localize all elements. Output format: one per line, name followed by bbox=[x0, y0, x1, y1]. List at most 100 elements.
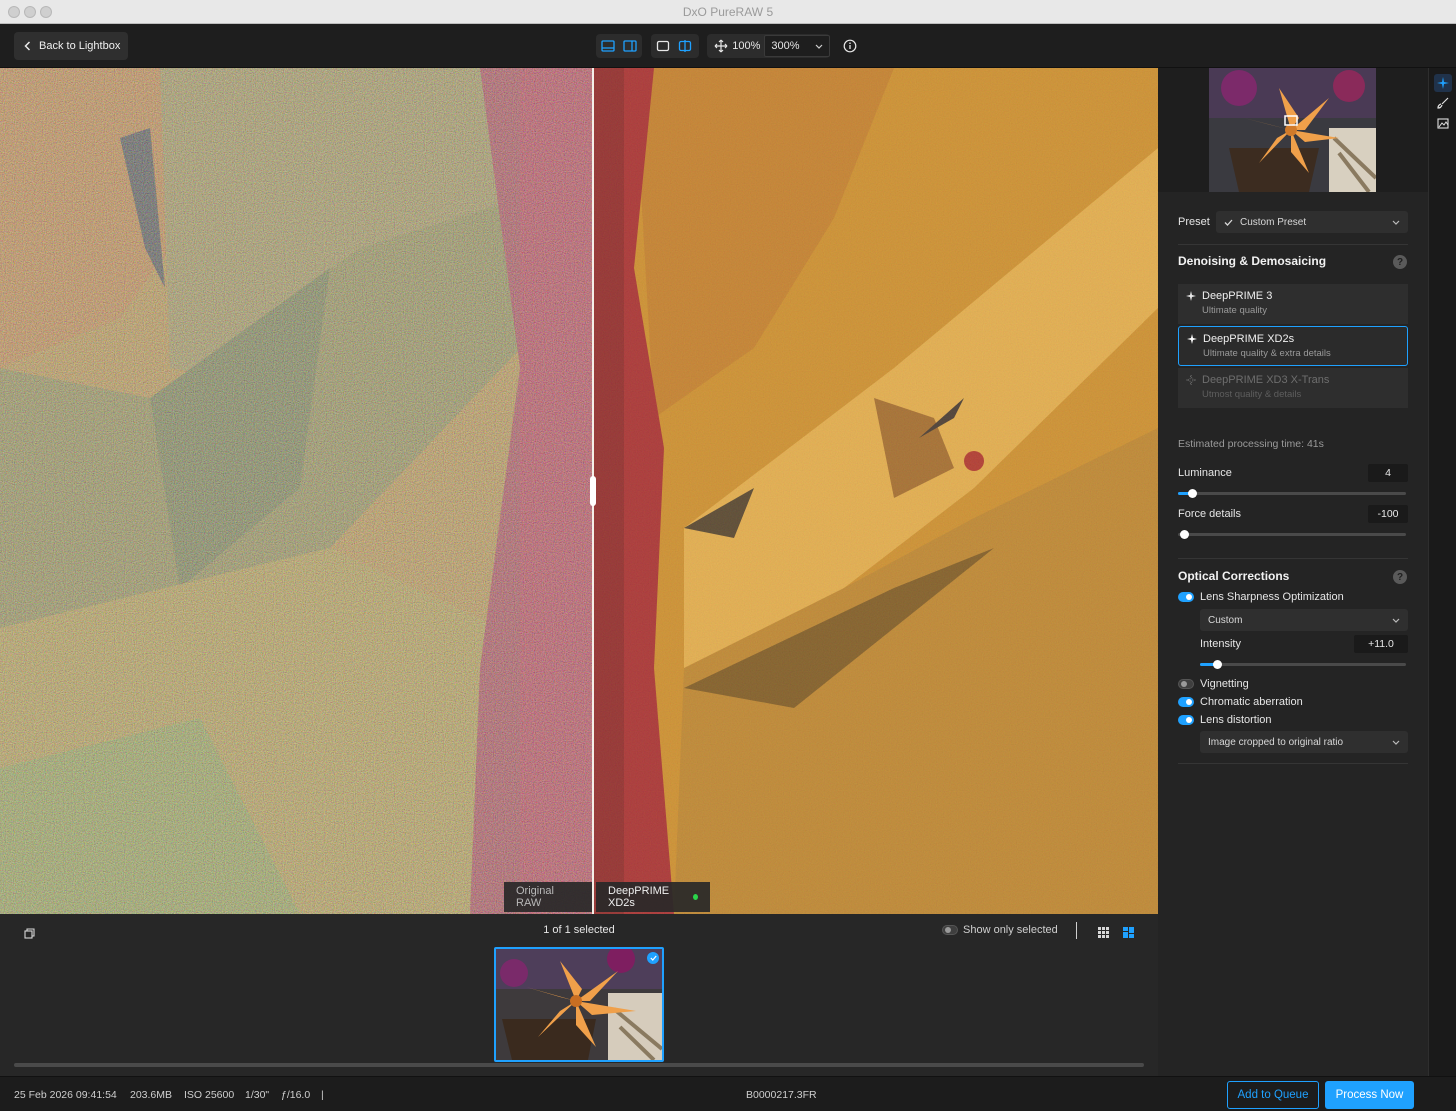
back-to-lightbox-button[interactable]: Back to Lightbox bbox=[14, 32, 129, 60]
original-raw-tag: Original RAW bbox=[504, 882, 592, 912]
luminance-slider[interactable] bbox=[1178, 489, 1406, 498]
status-dot bbox=[692, 894, 698, 900]
thumbnail-image bbox=[496, 949, 662, 1060]
engine-description: Ultimate quality & extra details bbox=[1203, 348, 1331, 359]
selected-check-icon bbox=[647, 952, 659, 964]
luminance-value-field[interactable]: 4 bbox=[1368, 464, 1408, 482]
filmstrip-thumbnail[interactable] bbox=[494, 947, 664, 1062]
intensity-label: Intensity bbox=[1200, 638, 1241, 650]
brush-tool-icon[interactable] bbox=[1434, 94, 1452, 112]
engine-description: Ultimate quality bbox=[1202, 305, 1267, 316]
navigator-thumbnail[interactable] bbox=[1209, 68, 1376, 192]
compare-divider-handle[interactable] bbox=[590, 476, 596, 506]
view-mode-group bbox=[596, 34, 642, 58]
processed-image bbox=[594, 68, 1158, 914]
help-icon[interactable]: ? bbox=[1393, 255, 1407, 269]
filmstrip: 1 of 1 selected Show only selected bbox=[0, 914, 1158, 1076]
side-panel-view-icon[interactable] bbox=[619, 35, 641, 57]
engine-option-deepprime-xd2s[interactable]: DeepPRIME XD2s Ultimate quality & extra … bbox=[1178, 326, 1408, 366]
filmstrip-view-icon[interactable] bbox=[1123, 925, 1134, 943]
lens-sharpness-mode-dropdown[interactable]: Custom bbox=[1200, 609, 1408, 631]
lens-sharpness-toggle[interactable] bbox=[1178, 592, 1194, 602]
slider-knob[interactable] bbox=[1188, 489, 1197, 498]
lens-sharpness-mode-value: Custom bbox=[1208, 614, 1243, 626]
divider bbox=[1076, 922, 1077, 939]
show-only-selected-label: Show only selected bbox=[963, 924, 1058, 936]
grid-view-icon[interactable] bbox=[1098, 925, 1109, 943]
shutter-speed: 1/30" bbox=[245, 1089, 270, 1101]
preset-dropdown[interactable]: Custom Preset bbox=[1216, 211, 1408, 233]
lens-distortion-label: Lens distortion bbox=[1200, 714, 1272, 726]
status-separator: | bbox=[321, 1089, 324, 1101]
status-bar: 25 Feb 2026 09:41:54 203.6MB ISO 25600 1… bbox=[0, 1076, 1456, 1111]
divider bbox=[1178, 763, 1408, 764]
zoom-fit-button[interactable]: 100% bbox=[732, 40, 760, 52]
compare-mode-group bbox=[651, 34, 699, 58]
denoising-section-title: Denoising & Demosaicing bbox=[1178, 254, 1327, 268]
file-size: 203.6MB bbox=[130, 1089, 173, 1101]
divider bbox=[1178, 558, 1408, 559]
force-details-slider[interactable] bbox=[1178, 530, 1406, 539]
image-viewer[interactable]: Original RAW DeepPRIME XD2s bbox=[0, 68, 1158, 914]
single-image-icon[interactable] bbox=[652, 35, 674, 57]
chevron-down-icon bbox=[1392, 220, 1400, 225]
help-icon[interactable]: ? bbox=[1393, 570, 1407, 584]
engine-description: Utmost quality & details bbox=[1202, 389, 1302, 400]
slider-knob[interactable] bbox=[1180, 530, 1189, 539]
sparkle-dotted-icon bbox=[1186, 375, 1196, 385]
intensity-value-field[interactable]: +11.0 bbox=[1354, 635, 1408, 653]
vignetting-toggle[interactable] bbox=[1178, 679, 1194, 689]
processed-tag: DeepPRIME XD2s bbox=[596, 882, 710, 912]
divider bbox=[1178, 244, 1408, 245]
lens-distortion-mode-value: Image cropped to original ratio bbox=[1208, 736, 1344, 748]
sparkle-icon bbox=[1186, 291, 1196, 301]
process-now-button[interactable]: Process Now bbox=[1325, 1081, 1414, 1109]
aperture-value: ƒ/16.0 bbox=[281, 1089, 311, 1101]
chevron-down-icon bbox=[1392, 618, 1400, 623]
lens-distortion-mode-dropdown[interactable]: Image cropped to original ratio bbox=[1200, 731, 1408, 753]
zoom-level-value: 300% bbox=[771, 40, 800, 52]
engine-option-deepprime-xd3-xtrans[interactable]: DeepPRIME XD3 X-Trans Utmost quality & d… bbox=[1178, 368, 1408, 408]
show-only-selected-toggle[interactable] bbox=[942, 925, 958, 935]
info-icon[interactable] bbox=[843, 39, 857, 58]
pan-move-icon[interactable] bbox=[711, 35, 731, 57]
engine-name: DeepPRIME XD2s bbox=[1203, 333, 1295, 345]
settings-sidebar: Preset Custom Preset Denoising & Demosai… bbox=[1158, 68, 1428, 1076]
split-compare-icon[interactable] bbox=[674, 35, 696, 57]
check-icon bbox=[1224, 219, 1233, 226]
engine-option-deepprime-3[interactable]: DeepPRIME 3 Ultimate quality bbox=[1178, 284, 1408, 324]
optical-section-title: Optical Corrections bbox=[1178, 569, 1290, 583]
chromatic-aberration-label: Chromatic aberration bbox=[1200, 696, 1303, 708]
window-title: DxO PureRAW 5 bbox=[682, 5, 774, 19]
force-details-label: Force details bbox=[1178, 508, 1241, 520]
export-image-icon[interactable] bbox=[1434, 114, 1452, 132]
original-raw-label: Original RAW bbox=[516, 885, 554, 909]
back-label: Back to Lightbox bbox=[39, 40, 121, 52]
original-raw-image bbox=[0, 68, 594, 914]
file-name: B0000217.3FR bbox=[746, 1089, 817, 1101]
single-view-icon[interactable] bbox=[597, 35, 619, 57]
lens-sharpness-label: Lens Sharpness Optimization bbox=[1200, 591, 1344, 603]
vignetting-label: Vignetting bbox=[1200, 678, 1249, 690]
title-bar: DxO PureRAW 5 bbox=[0, 0, 1456, 24]
slider-knob[interactable] bbox=[1213, 660, 1222, 669]
capture-date: 25 Feb 2026 09:41:54 bbox=[14, 1089, 117, 1101]
force-details-value-field[interactable]: -100 bbox=[1368, 505, 1408, 523]
sparkle-icon bbox=[1187, 334, 1197, 344]
chevron-down-icon bbox=[1392, 740, 1400, 745]
denoise-tool-icon[interactable] bbox=[1434, 74, 1452, 92]
add-to-queue-button[interactable]: Add to Queue bbox=[1227, 1081, 1319, 1109]
navigator-panel bbox=[1158, 68, 1428, 192]
preset-value: Custom Preset bbox=[1240, 216, 1307, 228]
engine-name: DeepPRIME XD3 X-Trans bbox=[1202, 374, 1330, 386]
estimated-time: Estimated processing time: 41s bbox=[1178, 438, 1324, 450]
engine-name: DeepPRIME 3 bbox=[1202, 290, 1273, 302]
top-toolbar: Back to Lightbox 100% 300% bbox=[0, 24, 1456, 68]
chromatic-aberration-toggle[interactable] bbox=[1178, 697, 1194, 707]
tool-rail bbox=[1428, 68, 1456, 1076]
lens-distortion-toggle[interactable] bbox=[1178, 715, 1194, 725]
zoom-level-select[interactable]: 300% bbox=[764, 35, 830, 57]
filmstrip-scrollbar[interactable] bbox=[14, 1063, 1144, 1067]
intensity-slider[interactable] bbox=[1200, 660, 1406, 669]
preset-label: Preset bbox=[1178, 216, 1210, 228]
